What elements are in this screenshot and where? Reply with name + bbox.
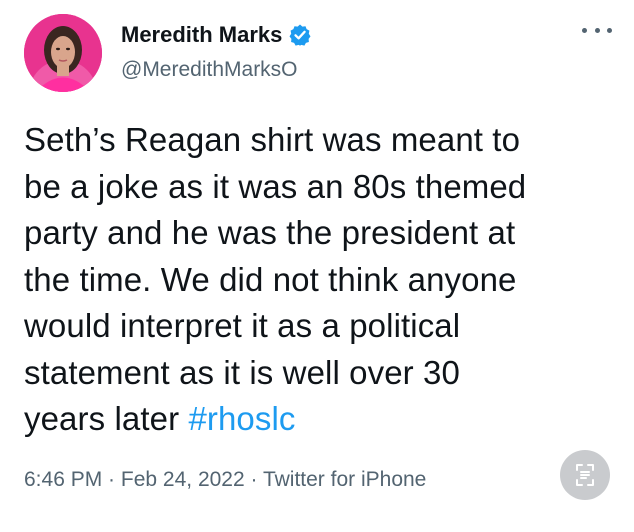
author-name-row[interactable]: Meredith Marks bbox=[121, 22, 312, 48]
tweet-time[interactable]: 6:46 PM bbox=[24, 468, 102, 491]
author-handle[interactable]: @MeredithMarksO bbox=[121, 58, 298, 82]
tweet-text-body: Seth’s Reagan shirt was meant to be a jo… bbox=[24, 121, 527, 437]
more-dot bbox=[607, 27, 612, 33]
meta-separator: · bbox=[244, 468, 263, 491]
translate-icon[interactable] bbox=[560, 450, 610, 500]
avatar[interactable] bbox=[24, 14, 102, 92]
tweet-source[interactable]: Twitter for iPhone bbox=[263, 468, 426, 491]
more-options-icon[interactable] bbox=[582, 20, 612, 40]
tweet-card: Meredith Marks @MeredithMarksO Seth’s Re… bbox=[0, 0, 634, 532]
tweet-date[interactable]: Feb 24, 2022 bbox=[121, 468, 245, 491]
hashtag-link[interactable]: #rhoslc bbox=[188, 400, 295, 437]
author-display-name[interactable]: Meredith Marks bbox=[121, 22, 282, 48]
more-dot bbox=[582, 27, 587, 33]
meta-separator: · bbox=[102, 468, 121, 491]
verified-badge-icon bbox=[288, 23, 312, 47]
tweet-text: Seth’s Reagan shirt was meant to be a jo… bbox=[24, 117, 624, 443]
more-dot bbox=[594, 27, 600, 33]
translate-glyph bbox=[576, 464, 594, 486]
avatar-image bbox=[24, 14, 102, 92]
tweet-meta: 6:46 PM · Feb 24, 2022 · Twitter for iPh… bbox=[24, 468, 426, 492]
